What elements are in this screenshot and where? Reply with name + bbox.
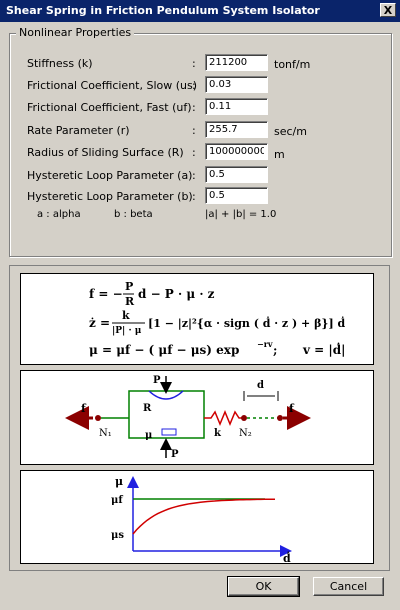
f-frac-num: P <box>125 280 133 293</box>
note-beta: b : beta <box>114 209 153 220</box>
stiffness-label: Stiffness (k) <box>27 57 93 70</box>
colon: : <box>192 101 196 114</box>
spring <box>204 410 243 426</box>
v-definition: v = |ḋ| <box>302 341 346 357</box>
diagram-box: f N₁ R P μ P k N₂ d f <box>20 370 374 465</box>
friction-fast-label: Frictional Coefficient, Fast (uf) <box>27 101 192 114</box>
mu-label: μ <box>145 430 152 441</box>
close-button[interactable]: X <box>380 3 396 17</box>
f-rest: d − P · μ · z <box>138 287 215 301</box>
note-constraint: |a| + |b| = 1.0 <box>205 209 277 220</box>
k-label: k <box>214 428 222 439</box>
colon: : <box>192 79 196 92</box>
f-left-label: f <box>81 402 87 415</box>
friction-curve <box>132 498 276 535</box>
loop-b-label: Hysteretic Loop Parameter (b) <box>27 190 193 203</box>
formula-box: f = − P R d − P · μ · z ż = k |P| · μ [1… <box>20 273 374 365</box>
ok-button[interactable]: OK <box>227 576 300 597</box>
window-title: Shear Spring in Friction Pendulum System… <box>6 4 320 17</box>
loop-b-field[interactable] <box>205 187 268 204</box>
friction-graph-box: μ μf μs ḋ <box>20 470 374 565</box>
f-frac-den: R <box>125 295 135 308</box>
rate-parameter-field[interactable] <box>205 121 268 138</box>
mu-semicolon: ; <box>273 343 277 357</box>
cancel-button[interactable]: Cancel <box>313 577 384 596</box>
group-label: Nonlinear Properties <box>16 26 135 39</box>
f-lhs: f = − <box>89 287 123 301</box>
friction-fast-field[interactable] <box>205 98 268 115</box>
colon: : <box>192 146 196 159</box>
z-lhs: ż = <box>89 316 110 330</box>
radius-field[interactable] <box>205 143 268 160</box>
radius-unit: m <box>274 148 285 161</box>
p-top-label: P <box>153 375 161 386</box>
rate-parameter-unit: sec/m <box>274 125 307 138</box>
z-frac-num: k <box>122 309 130 322</box>
x-axis-label: ḋ <box>283 551 291 563</box>
friction-slow-label: Frictional Coefficient, Slow (us) <box>27 79 198 92</box>
colon: : <box>192 57 196 70</box>
formula-svg: f = − P R d − P · μ · z ż = k |P| · μ [1… <box>89 280 346 357</box>
colon: : <box>192 124 196 137</box>
uf-label: μf <box>111 495 123 506</box>
n2-label: N₂ <box>239 428 252 439</box>
radius-R: R <box>143 403 152 414</box>
n1-label: N₁ <box>99 428 112 439</box>
mu-line: μ = μf − ( μf − μs) exp <box>89 343 239 357</box>
z-frac-den: |P| · μ <box>112 326 142 336</box>
note-alpha: a : alpha <box>37 209 81 220</box>
stiffness-unit: tonf/m <box>274 58 311 71</box>
d-label: d <box>257 380 264 391</box>
y-axis-label: μ <box>115 475 123 488</box>
mu-exponent: −rv <box>257 339 273 349</box>
f-right-label: f <box>289 402 295 415</box>
us-label: μs <box>111 530 124 541</box>
friction-element <box>161 428 177 436</box>
p-bottom-label: P <box>171 449 179 460</box>
radius-label: Radius of Sliding Surface (R) <box>27 146 184 159</box>
title-bar: Shear Spring in Friction Pendulum System… <box>0 0 400 22</box>
node-end <box>277 415 283 421</box>
sliding-surface <box>148 390 184 400</box>
node-n2 <box>241 415 247 421</box>
loop-a-field[interactable] <box>205 166 268 183</box>
isolator-block <box>128 390 205 439</box>
stiffness-field[interactable] <box>205 54 268 71</box>
friction-slow-field[interactable] <box>205 76 268 93</box>
loop-a-label: Hysteretic Loop Parameter (a) <box>27 169 193 182</box>
diagram-svg: f N₁ R P μ P k N₂ d f <box>65 375 311 460</box>
colon: : <box>192 169 196 182</box>
friction-graph-svg: μ μf μs ḋ <box>111 475 292 565</box>
rate-parameter-label: Rate Parameter (r) <box>27 124 130 137</box>
colon: : <box>192 190 196 203</box>
node-n1 <box>95 415 101 421</box>
z-rest: [1 − |z|²{α · sign ( ḋ · z ) + β}] ḋ <box>148 316 346 330</box>
